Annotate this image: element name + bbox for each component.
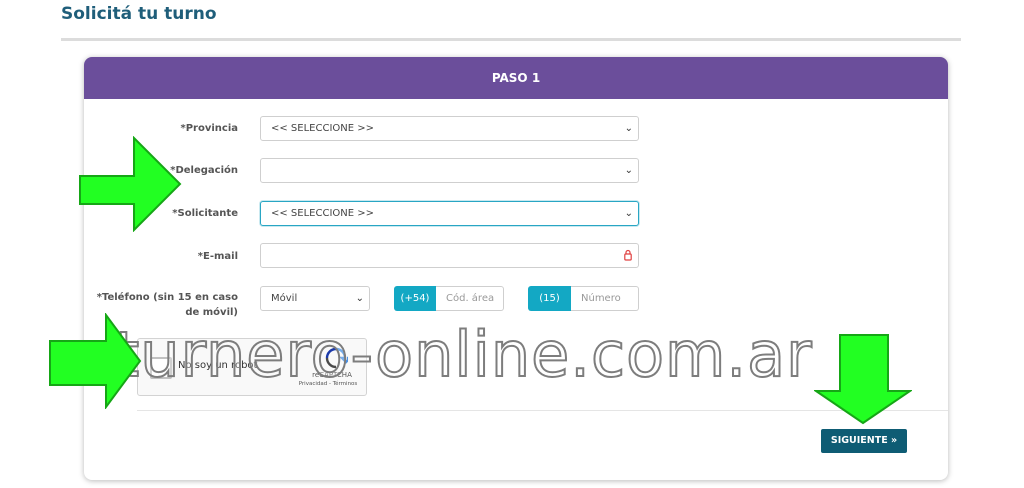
provincia-value: << SELECCIONE >> [271,123,375,134]
watermark-text: turnero-online.com.ar [114,317,813,392]
phone-number-input[interactable]: Número [571,286,639,311]
area-code-input[interactable]: Cód. área [436,286,504,311]
solicitante-value: << SELECCIONE >> [271,208,375,219]
chevron-down-icon: ⌄ [624,123,633,134]
delegacion-select[interactable]: ⌄ [260,158,639,183]
provincia-select[interactable]: << SELECCIONE >> ⌄ [260,116,639,141]
title-divider [61,38,961,41]
telefono-type-value: Móvil [271,293,298,304]
page-title: Solicitá tu turno [61,4,217,24]
solicitante-select[interactable]: << SELECCIONE >> ⌄ [260,201,639,226]
email-field[interactable] [260,243,639,268]
step-header: PASO 1 [84,57,948,99]
mobile-prefix-addon: (15) [528,286,571,311]
lock-icon [624,249,632,261]
chevron-down-icon: ⌄ [624,208,633,219]
provincia-label: *Provincia [180,123,238,134]
arrow-right-icon [49,313,142,409]
next-button[interactable]: SIGUIENTE » [821,429,907,453]
chevron-down-icon: ⌄ [355,293,364,304]
email-label: *E-mail [197,251,238,262]
chevron-down-icon: ⌄ [624,165,633,176]
country-code-addon: (+54) [394,286,436,311]
arrow-right-icon [79,136,182,232]
telefono-type-select[interactable]: Móvil ⌄ [260,286,370,311]
arrow-down-icon [814,334,912,425]
